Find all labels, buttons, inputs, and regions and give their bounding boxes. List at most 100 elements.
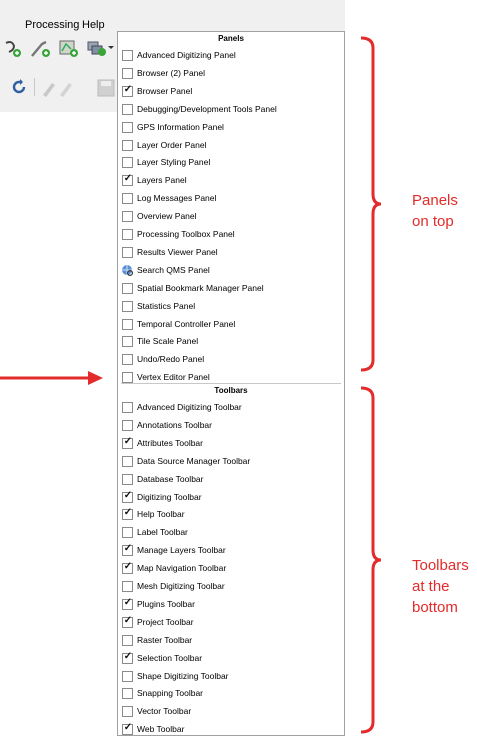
menu-item-attributes-toolbar[interactable]: ✓ Attributes Toolbar <box>118 434 344 452</box>
checkbox[interactable] <box>122 581 133 592</box>
toolbars-bracket <box>360 386 382 734</box>
panels-annotation-line2: on top <box>412 213 454 230</box>
qms-globe-icon <box>122 264 133 276</box>
menu-item-database-toolbar[interactable]: Database Toolbar <box>118 470 344 488</box>
menu-item-label: Log Messages Panel <box>137 193 217 204</box>
checkbox[interactable] <box>122 455 133 467</box>
checkbox[interactable] <box>122 50 133 61</box>
menu-item-mesh-digitizing-toolbar[interactable]: Mesh Digitizing Toolbar <box>118 577 344 595</box>
menu-item-raster-toolbar[interactable]: Raster Toolbar <box>118 631 344 649</box>
menu-item-search-qms-panel[interactable]: Search QMS Panel <box>118 261 344 279</box>
menu-item-data-source-manager-toolbar[interactable]: Data Source Manager Toolbar <box>118 452 344 470</box>
menu-item-vector-toolbar[interactable]: Vector Toolbar <box>118 702 344 720</box>
checkbox[interactable]: ✓ <box>122 490 133 503</box>
checkbox[interactable] <box>122 634 133 646</box>
menu-item-tile-scale-panel[interactable]: Tile Scale Panel <box>118 332 344 350</box>
checkbox[interactable] <box>122 229 133 240</box>
menu-item-browser-panel[interactable]: ✓ Browser Panel <box>118 82 344 100</box>
checkbox[interactable]: ✓ <box>122 561 133 575</box>
checkbox[interactable] <box>122 372 133 384</box>
menu-item-undo-redo-panel[interactable]: Undo/Redo Panel <box>118 350 344 368</box>
menu-item-snapping-toolbar[interactable]: Snapping Toolbar <box>118 684 344 702</box>
checkmark-icon: ✓ <box>123 507 133 519</box>
refresh-icon[interactable] <box>10 78 28 96</box>
menu-item-advanced-digitizing-toolbar[interactable]: Advanced Digitizing Toolbar <box>118 398 344 416</box>
menu-processing[interactable]: Processing <box>25 19 79 31</box>
checkbox[interactable]: ✓ <box>122 722 133 736</box>
checkbox[interactable] <box>122 354 133 366</box>
menu-item-help-toolbar[interactable]: ✓ Help Toolbar <box>118 505 344 523</box>
checkbox[interactable] <box>122 688 133 700</box>
checkbox[interactable] <box>122 139 133 151</box>
checkbox[interactable] <box>122 402 133 413</box>
toolbars-annotation-line1: Toolbars <box>412 557 469 574</box>
menu-help[interactable]: Help <box>82 19 105 31</box>
checkbox[interactable] <box>122 103 133 115</box>
checkbox[interactable] <box>122 706 133 718</box>
checkbox[interactable] <box>122 300 133 312</box>
checkmark-icon: ✓ <box>123 722 133 734</box>
checkbox[interactable] <box>122 670 133 682</box>
new-layer-dropdown-icon[interactable] <box>86 38 114 58</box>
menu-item-manage-layers-toolbar[interactable]: ✓ Manage Layers Toolbar <box>118 541 344 559</box>
menu-item-label: Selection Toolbar <box>137 652 203 663</box>
checkbox[interactable]: ✓ <box>122 84 133 97</box>
menu-item-label: GPS Information Panel <box>137 121 224 132</box>
checkbox[interactable] <box>122 318 133 330</box>
menu-item-temporal-controller-panel[interactable]: Temporal Controller Panel <box>118 315 344 333</box>
checkbox[interactable]: ✓ <box>122 543 133 557</box>
checkbox[interactable] <box>122 527 133 539</box>
checkbox[interactable] <box>122 282 133 294</box>
menu-item-label-toolbar[interactable]: Label Toolbar <box>118 523 344 541</box>
menu-item-label: Advanced Digitizing Panel <box>137 50 236 60</box>
menu-item-selection-toolbar[interactable]: ✓ Selection Toolbar <box>118 649 344 667</box>
checkbox[interactable]: ✓ <box>122 436 133 449</box>
menu-item-project-toolbar[interactable]: ✓ Project Toolbar <box>118 613 344 631</box>
menu-item-overview-panel[interactable]: Overview Panel <box>118 207 344 225</box>
checkbox[interactable] <box>122 419 133 431</box>
menu-item-label: Temporal Controller Panel <box>137 318 236 329</box>
menu-item-gps-information-panel[interactable]: GPS Information Panel <box>118 118 344 136</box>
menu-item-layers-panel[interactable]: ✓ Layers Panel <box>118 171 344 189</box>
menu-item-browser-2-panel[interactable]: Browser (2) Panel <box>118 64 344 82</box>
checkbox[interactable]: ✓ <box>122 597 133 610</box>
checkbox[interactable] <box>122 157 133 169</box>
menu-item-debugging-development-tools-panel[interactable]: Debugging/Development Tools Panel <box>118 100 344 118</box>
menu-item-results-viewer-panel[interactable]: Results Viewer Panel <box>118 243 344 261</box>
checkbox[interactable]: ✓ <box>122 615 133 628</box>
menu-item-advanced-digitizing-panel[interactable]: Advanced Digitizing Panel <box>118 46 344 64</box>
menu-item-label: Attributes Toolbar <box>137 437 203 448</box>
menu-item-map-navigation-toolbar[interactable]: ✓ Map Navigation Toolbar <box>118 559 344 577</box>
menu-item-label: Overview Panel <box>137 211 197 222</box>
menu-item-label: Map Navigation Toolbar <box>137 563 227 574</box>
add-line-layer-icon[interactable] <box>30 40 52 58</box>
checkbox[interactable] <box>122 246 133 258</box>
checkbox[interactable]: ✓ <box>122 173 133 187</box>
checkmark-icon: ✓ <box>123 173 133 185</box>
menu-item-layer-order-panel[interactable]: Layer Order Panel <box>118 136 344 154</box>
checkbox[interactable]: ✓ <box>122 651 133 664</box>
menu-item-digitizing-toolbar[interactable]: ✓ Digitizing Toolbar <box>118 488 344 506</box>
edit-pencil-icon[interactable] <box>40 78 76 98</box>
menu-item-statistics-panel[interactable]: Statistics Panel <box>118 297 344 315</box>
menu-item-layer-styling-panel[interactable]: Layer Styling Panel <box>118 153 344 171</box>
checkbox[interactable] <box>122 336 133 348</box>
checkbox[interactable]: ✓ <box>122 507 133 521</box>
menu-item-annotations-toolbar[interactable]: Annotations Toolbar <box>118 416 344 434</box>
menu-item-plugins-toolbar[interactable]: ✓ Plugins Toolbar <box>118 595 344 613</box>
menu-item-label: Raster Toolbar <box>137 634 193 645</box>
checkbox[interactable] <box>122 473 133 485</box>
add-layer-icon[interactable] <box>2 40 22 58</box>
add-polygon-layer-icon[interactable] <box>58 39 80 59</box>
menu-item-shape-digitizing-toolbar[interactable]: Shape Digitizing Toolbar <box>118 667 344 685</box>
checkbox[interactable] <box>122 67 133 79</box>
menu-item-spatial-bookmark-manager-panel[interactable]: Spatial Bookmark Manager Panel <box>118 279 344 297</box>
save-edits-icon[interactable] <box>96 78 116 98</box>
checkbox[interactable] <box>122 193 133 205</box>
checkbox[interactable] <box>122 121 133 133</box>
menu-item-label: Statistics Panel <box>137 300 196 311</box>
menu-item-processing-toolbox-panel[interactable]: Processing Toolbox Panel <box>118 225 344 243</box>
checkbox[interactable] <box>122 211 133 223</box>
menu-item-web-toolbar[interactable]: ✓ Web Toolbar <box>118 720 344 738</box>
menu-item-log-messages-panel[interactable]: Log Messages Panel <box>118 189 344 207</box>
